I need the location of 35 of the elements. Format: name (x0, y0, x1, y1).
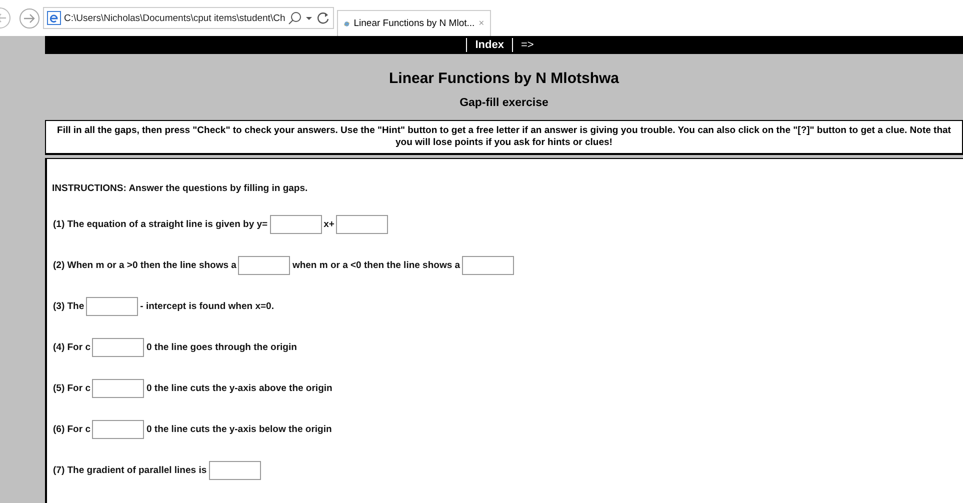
question-text: (3) The (52, 301, 86, 312)
gap-field[interactable] (92, 338, 144, 357)
question-text: (7) The gradient of parallel lines is (52, 465, 208, 476)
page-title: Linear Functions by N Mlotshwa (388, 70, 620, 87)
tab-title: Linear Functions by N Mlot... (354, 18, 475, 29)
question-text: (4) For c (52, 342, 92, 353)
address-text: C:\Users\Nicholas\Documents\cput items\student\Ch (64, 12, 286, 24)
address-bar[interactable]: C:\Users\Nicholas\Documents\cput items\student\Ch (43, 7, 334, 29)
question-text: x+ (322, 219, 336, 230)
question-text: 0 the line cuts the y-axis below the origin (145, 424, 333, 435)
question-text: - intercept is found when x=0. (139, 301, 275, 312)
question-text: 0 the line goes through the origin (145, 342, 298, 353)
intro-text: Fill in all the gaps, then press "Check" to check your answers. Use the "Hint" button to get a free letter if an answer is giving you trouble. You can also click on the "[?]" button to get a clue. Note that you will lose points if you ask for hints or clues! (45, 120, 963, 155)
refresh-icon[interactable] (316, 11, 330, 25)
gap-field[interactable] (92, 420, 144, 439)
nav-link[interactable]: => (512, 38, 542, 52)
gap-field[interactable] (462, 256, 514, 275)
question-text: when m or a <0 then the line shows a (291, 260, 462, 271)
question-text: 0 the line cuts the y-axis above the origin (145, 383, 334, 394)
question-text: (5) For c (52, 383, 92, 394)
nav-link[interactable]: Index (466, 38, 512, 52)
page-subtitle: Gap-fill exercise (458, 97, 550, 109)
search-icon[interactable] (288, 11, 302, 25)
gap-field[interactable] (238, 256, 290, 275)
browser-tab[interactable]: Linear Functions by N Mlot... × (337, 10, 492, 36)
gap-field[interactable] (336, 215, 388, 234)
forward-icon[interactable] (19, 8, 40, 28)
question-text: (1) The equation of a straight line is given by y= (52, 219, 269, 230)
gap-field[interactable] (92, 379, 144, 398)
question-text: (2) When m or a >0 then the line shows a (52, 260, 238, 271)
gap-field[interactable] (86, 297, 138, 316)
question-text: (6) For c (52, 424, 92, 435)
gap-field[interactable] (270, 215, 322, 234)
instructions-text: INSTRUCTIONS: Answer the questions by filling in gaps. (52, 183, 309, 194)
gap-field[interactable] (208, 461, 261, 480)
